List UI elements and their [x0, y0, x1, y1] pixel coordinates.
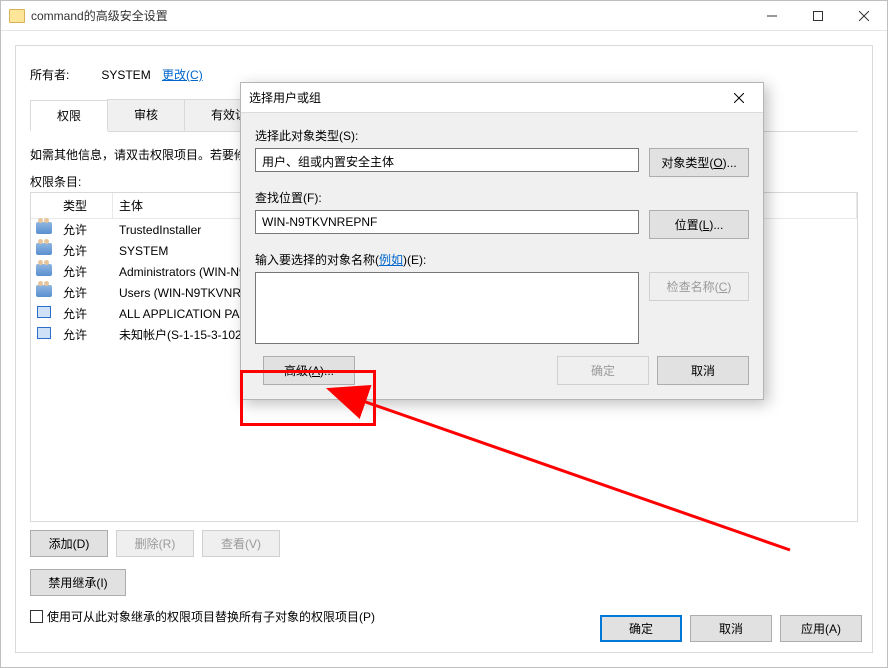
users-icon — [31, 243, 57, 258]
tab-permissions[interactable]: 权限 — [30, 100, 108, 132]
window-title: command的高级安全设置 — [31, 7, 749, 24]
check-names-button: 检查名称(C) — [649, 272, 749, 301]
location-field: WIN-N9TKVNREPNF — [255, 210, 639, 234]
dialog-cancel-button[interactable]: 取消 — [657, 356, 749, 385]
col-type[interactable]: 类型 — [57, 193, 113, 218]
example-link[interactable]: 例如 — [379, 253, 403, 267]
owner-row: 所有者: SYSTEM 更改(C) — [30, 66, 858, 83]
package-icon — [31, 327, 57, 342]
object-type-label: 选择此对象类型(S): — [255, 127, 749, 144]
object-type-field: 用户、组或内置安全主体 — [255, 148, 639, 172]
folder-icon — [9, 9, 25, 23]
row-type: 允许 — [57, 284, 113, 301]
cancel-button[interactable]: 取消 — [690, 615, 772, 642]
users-icon — [31, 222, 57, 237]
ok-button[interactable]: 确定 — [600, 615, 682, 642]
object-names-input[interactable] — [255, 272, 639, 344]
replace-children-label: 使用可从此对象继承的权限项目替换所有子对象的权限项目(P) — [47, 608, 375, 625]
add-button[interactable]: 添加(D) — [30, 530, 108, 557]
dialog-title: 选择用户或组 — [249, 89, 723, 106]
view-button: 查看(V) — [202, 530, 280, 557]
row-type: 允许 — [57, 242, 113, 259]
row-type: 允许 — [57, 221, 113, 238]
owner-label: 所有者: — [30, 66, 80, 83]
maximize-button[interactable] — [795, 1, 841, 31]
remove-button: 删除(R) — [116, 530, 194, 557]
owner-value: SYSTEM — [101, 68, 150, 82]
change-owner-link[interactable]: 更改(C) — [162, 68, 203, 82]
users-icon — [31, 264, 57, 279]
users-icon — [31, 285, 57, 300]
object-types-button[interactable]: 对象类型(O)... — [649, 148, 749, 177]
dialog-close-button[interactable] — [723, 86, 755, 110]
replace-children-checkbox[interactable] — [30, 610, 43, 623]
location-label: 查找位置(F): — [255, 189, 749, 206]
close-button[interactable] — [841, 1, 887, 31]
row-type: 允许 — [57, 326, 113, 343]
dialog-titlebar: 选择用户或组 — [241, 83, 763, 113]
dialog-ok-button: 确定 — [557, 356, 649, 385]
object-names-label: 输入要选择的对象名称(例如)(E): — [255, 251, 749, 268]
row-type: 允许 — [57, 263, 113, 280]
advanced-button[interactable]: 高级(A)... — [263, 356, 355, 385]
apply-button[interactable]: 应用(A) — [780, 615, 862, 642]
select-user-group-dialog: 选择用户或组 选择此对象类型(S): 用户、组或内置安全主体 对象类型(O)..… — [240, 82, 764, 400]
row-type: 允许 — [57, 305, 113, 322]
disable-inheritance-button[interactable]: 禁用继承(I) — [30, 569, 126, 596]
tab-auditing[interactable]: 审核 — [107, 99, 185, 131]
titlebar: command的高级安全设置 — [1, 1, 887, 31]
package-icon — [31, 306, 57, 321]
locations-button[interactable]: 位置(L)... — [649, 210, 749, 239]
minimize-button[interactable] — [749, 1, 795, 31]
